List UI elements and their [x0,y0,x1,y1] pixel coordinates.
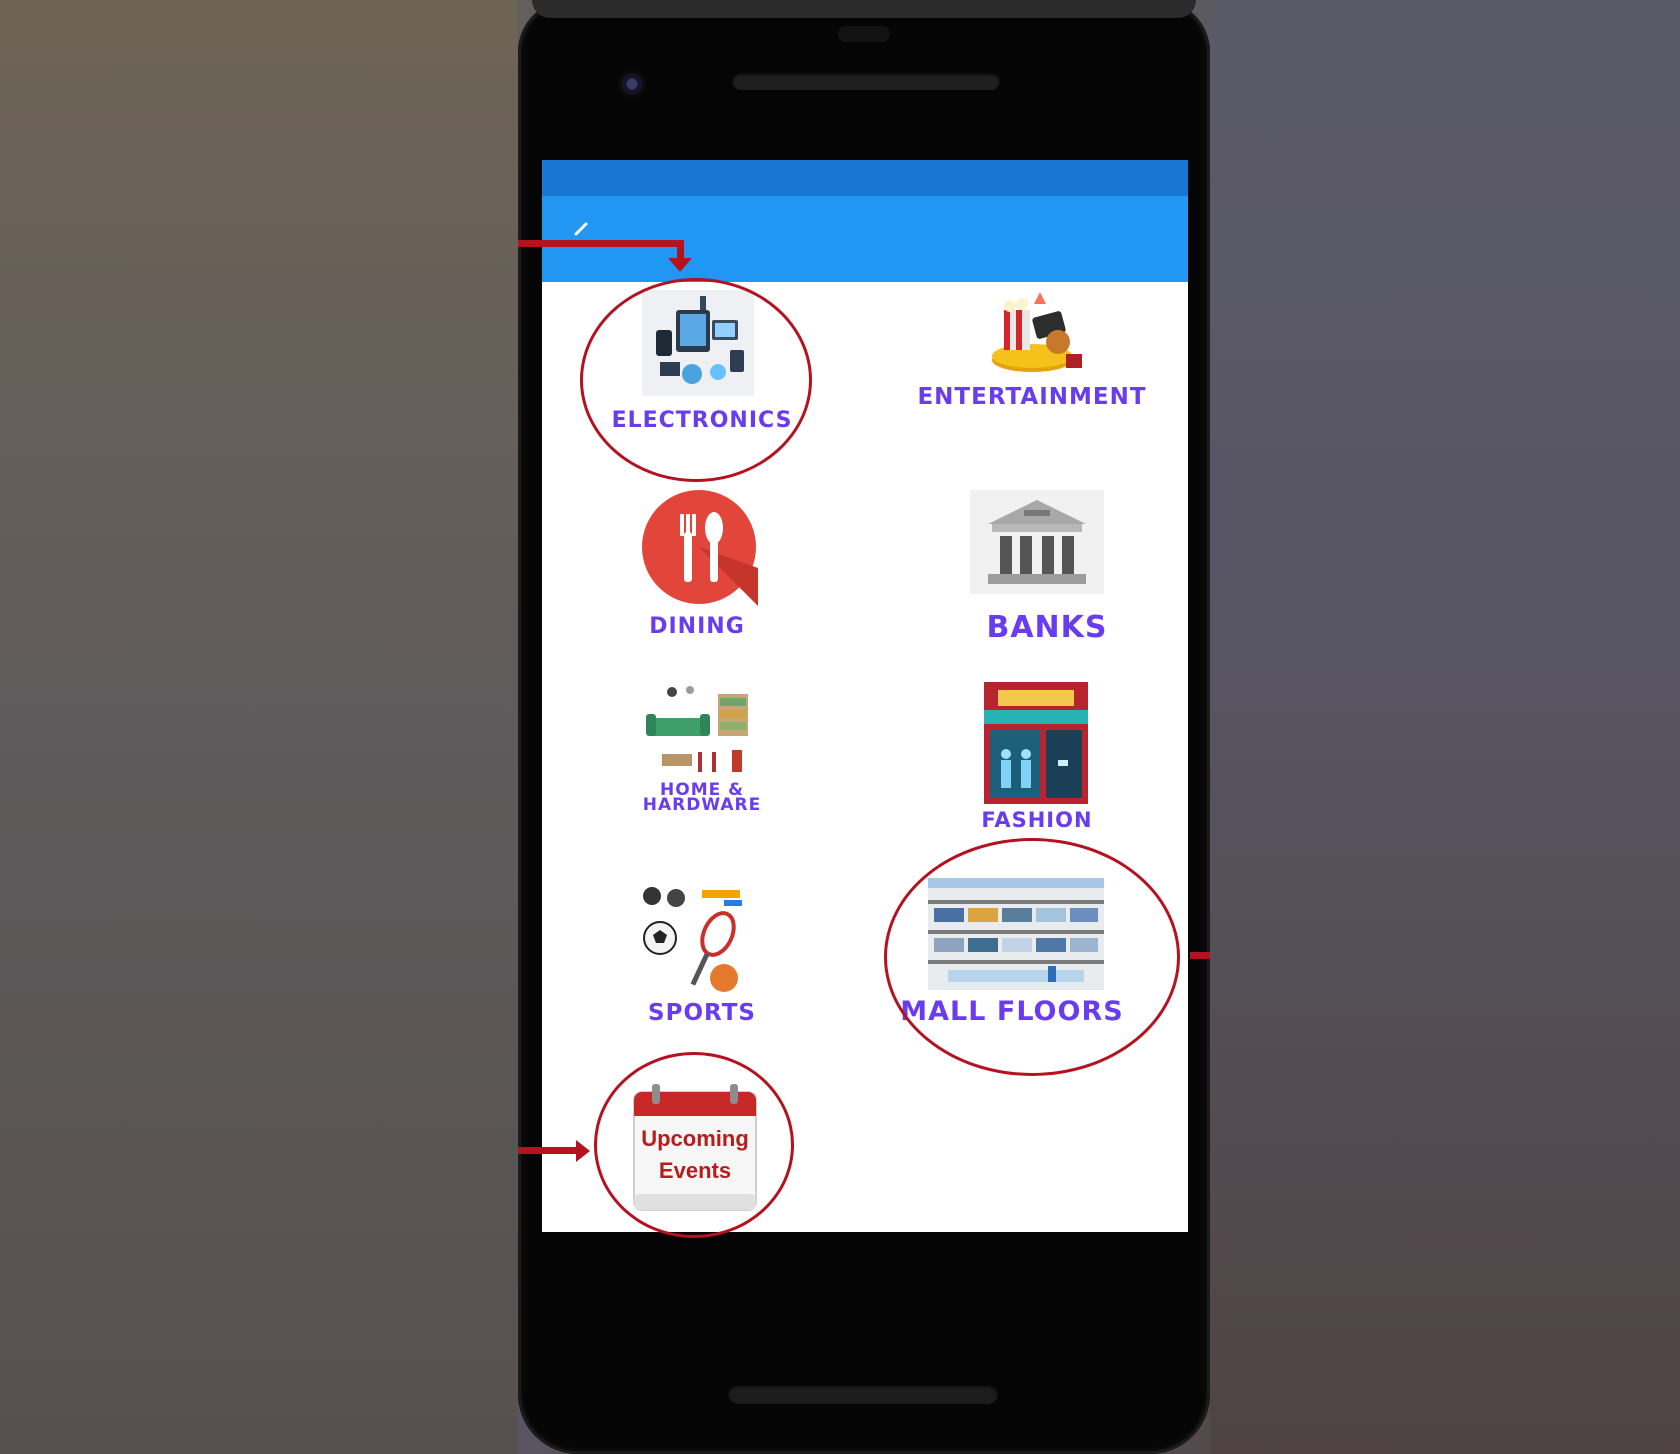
status-bar [542,160,1188,196]
annotation-arrow-top-horizontal [518,240,684,247]
home-hardware-icon [642,680,754,780]
annotation-circle-upcoming-events [594,1052,794,1238]
background-left [0,0,518,1454]
category-sports[interactable]: SPORTS [602,882,802,1042]
banks-label: BANKS [986,610,1108,645]
annotation-circle-mall-floors [884,838,1180,1076]
annotation-arrow-bottom [518,1147,580,1154]
category-entertainment[interactable]: ENTERTAINMENT [892,280,1172,460]
annotation-circle-electronics [580,278,812,482]
category-dining[interactable]: DINING [602,488,802,648]
back-arrow-icon[interactable] [566,218,606,258]
category-fashion[interactable]: FASHION [922,682,1122,842]
phone-top-bezel [532,0,1196,18]
sensor [838,26,890,42]
home-hardware-label-line2: HARDWARE [642,795,762,815]
earpiece-speaker [732,72,1000,90]
app-bar [542,196,1188,282]
bottom-speaker [728,1384,998,1404]
category-home-hardware[interactable]: HOME & HARDWARE [602,680,802,840]
fashion-store-icon [984,682,1088,804]
entertainment-icon [982,284,1088,380]
entertainment-label: ENTERTAINMENT [917,384,1147,410]
annotation-arrowhead-bottom [576,1140,590,1162]
front-camera-icon [618,70,646,98]
annotation-arrow-right [1190,952,1210,959]
fashion-label: FASHION [981,808,1093,832]
sports-icon [642,882,746,994]
dining-label: DINING [649,614,745,639]
category-banks[interactable]: BANKS [922,490,1122,650]
annotation-arrowhead-top [668,258,692,272]
background-right [1210,0,1680,1454]
bank-icon [970,490,1104,594]
sports-label: SPORTS [648,1000,756,1026]
dining-icon [640,488,758,606]
